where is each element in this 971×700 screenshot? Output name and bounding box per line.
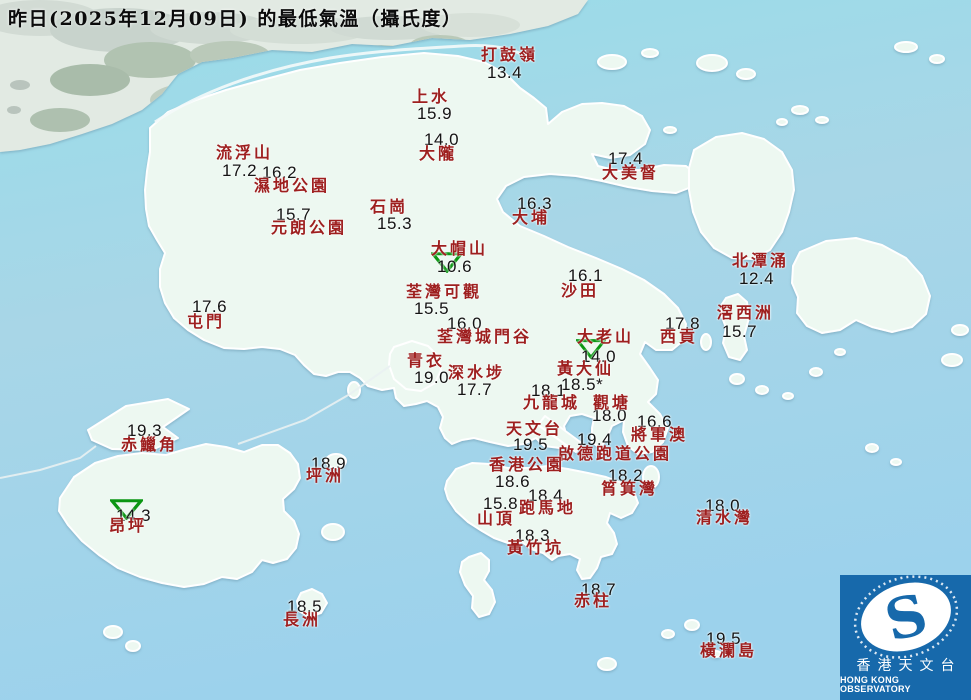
station-label: 石崗: [370, 199, 408, 215]
station-label: 北潭涌: [732, 253, 789, 269]
hko-logo: S 香港天文台 HONG KONG OBSERVATORY: [840, 575, 971, 700]
station-label: 大埔: [512, 210, 550, 226]
station-label: 荃灣可觀: [406, 284, 482, 300]
map-title: 昨日(2025年12月09日) 的最低氣溫（攝氏度）: [8, 4, 462, 31]
station-value: 19.5: [513, 436, 548, 453]
station-label: 元朗公園: [271, 220, 347, 236]
station-value: 10.6: [437, 258, 472, 275]
station-label: 清水灣: [696, 510, 753, 526]
station-value: 18.5*: [561, 376, 603, 393]
station-label: 大老山: [577, 329, 634, 345]
station-label: 黃竹坑: [507, 540, 564, 556]
station-label: 滘西洲: [717, 305, 774, 321]
station-label: 流浮山: [216, 145, 273, 161]
weather-map-page: 昨日(2025年12月09日) 的最低氣溫（攝氏度） 13.4打鼓嶺 15.9上水…: [0, 0, 971, 700]
station-label: 天文台: [506, 421, 563, 437]
station-value: 15.7: [722, 323, 757, 340]
station-label: 黃大仙: [557, 361, 614, 377]
station-label: 沙田: [561, 283, 599, 299]
station-label: 屯門: [187, 314, 225, 330]
station-value: 17.7: [457, 381, 492, 398]
station-label: 大帽山: [431, 241, 488, 257]
station-label: 跑馬地: [519, 500, 576, 516]
hko-name-en: HONG KONG OBSERVATORY: [840, 676, 971, 694]
station-value: 15.5: [414, 300, 449, 317]
station-label: 長洲: [283, 612, 321, 628]
station-label: 九龍城: [523, 395, 580, 411]
hong-kong-map: [0, 0, 971, 700]
station-value: 13.4: [487, 64, 522, 81]
hko-swirl-icon: S: [840, 575, 971, 659]
hko-name-zh: 香港天文台: [850, 659, 962, 673]
station-value: 18.6: [495, 473, 530, 490]
station-label: 坪洲: [306, 468, 344, 484]
station-value: 15.3: [377, 215, 412, 232]
station-label: 濕地公園: [254, 178, 330, 194]
station-label: 赤柱: [574, 593, 612, 609]
station-label: 香港公園: [489, 457, 565, 473]
station-label: 打鼓嶺: [481, 47, 538, 63]
station-label: 荃灣城門谷: [437, 329, 532, 345]
station-value: 17.2: [222, 162, 257, 179]
station-label: 深水埗: [448, 365, 505, 381]
station-label: 西貢: [660, 329, 698, 345]
station-label: 大隴: [419, 146, 457, 162]
station-label: 上水: [412, 89, 450, 105]
station-label: 大美督: [602, 165, 659, 181]
station-label: 赤鱲角: [121, 437, 178, 453]
station-label: 青衣: [407, 353, 445, 369]
station-label: 昂坪: [109, 518, 147, 534]
station-value: 19.0: [414, 369, 449, 386]
station-value: 12.4: [739, 270, 774, 287]
station-label: 山頂: [477, 511, 515, 527]
station-label: 橫瀾島: [700, 643, 757, 659]
station-label: 將軍澳: [631, 427, 688, 443]
station-value: 15.9: [417, 105, 452, 122]
station-label: 啟德跑道公園: [558, 446, 672, 462]
station-label: 筲箕灣: [601, 481, 658, 497]
station-label: 觀塘: [593, 395, 631, 411]
